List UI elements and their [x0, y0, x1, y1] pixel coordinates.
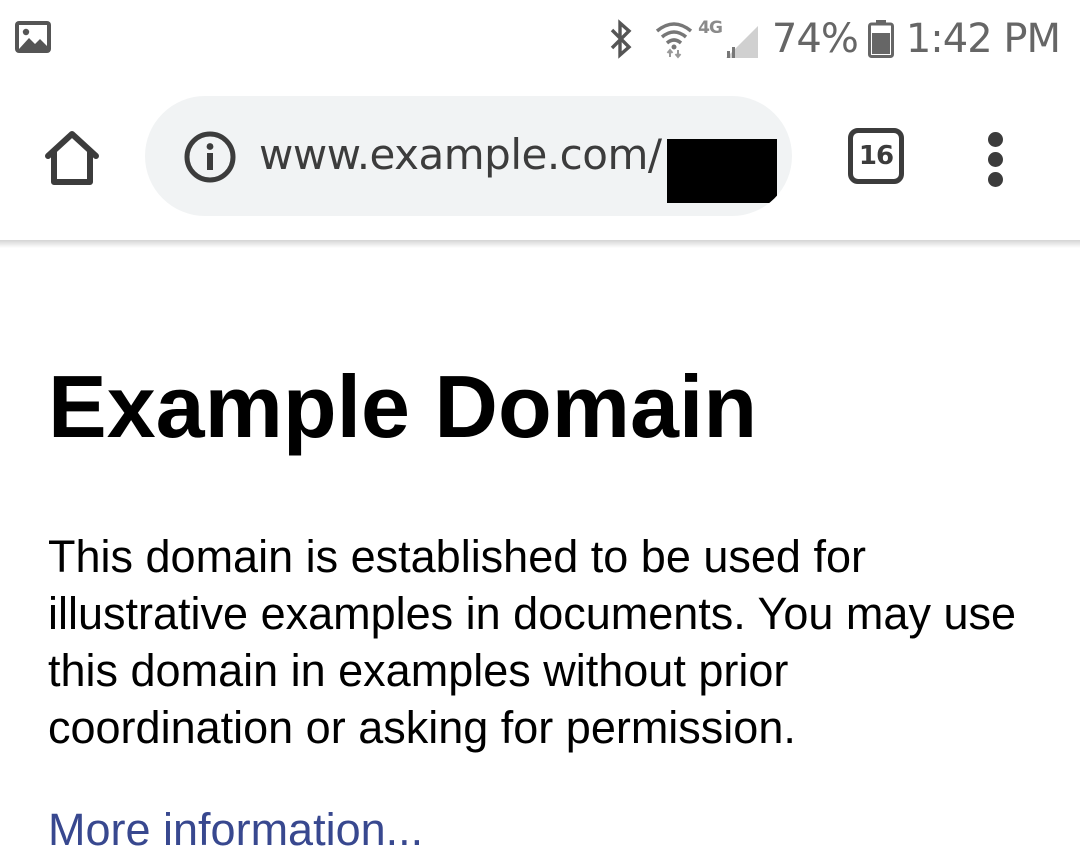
- toolbar-shadow: [0, 240, 1080, 248]
- more-vert-icon[interactable]: [976, 126, 1016, 190]
- menu-dot: [988, 152, 1003, 167]
- info-icon[interactable]: [183, 130, 237, 184]
- signal-icon: [725, 26, 758, 58]
- tab-count: 16: [858, 141, 894, 171]
- url-redaction: [667, 139, 777, 203]
- menu-dot: [988, 172, 1003, 187]
- address-bar[interactable]: www.example.com/: [145, 96, 792, 216]
- web-page-content: Example Domain This domain is establishe…: [0, 248, 1080, 861]
- status-bar: 4G 74% 1:42 PM: [0, 0, 1080, 78]
- battery-icon: [867, 20, 894, 58]
- bluetooth-icon: [610, 19, 632, 59]
- home-icon[interactable]: [40, 126, 104, 190]
- wifi-icon: [656, 22, 693, 59]
- network-type-label: 4G: [698, 18, 723, 38]
- page-heading: Example Domain: [48, 357, 758, 456]
- clock: 1:42 PM: [905, 16, 1061, 62]
- menu-dot: [988, 132, 1003, 147]
- status-icons: 4G 74% 1:42 PM: [606, 10, 1061, 68]
- more-information-link[interactable]: More information...: [48, 804, 423, 856]
- browser-toolbar: www.example.com/ 16: [0, 78, 1080, 240]
- battery-percent: 74%: [771, 16, 859, 62]
- gallery-notification-icon: [15, 21, 51, 53]
- page-paragraph: This domain is established to be used fo…: [48, 531, 1017, 753]
- tab-switcher-button[interactable]: 16: [848, 128, 904, 184]
- url-text[interactable]: www.example.com/: [259, 130, 662, 179]
